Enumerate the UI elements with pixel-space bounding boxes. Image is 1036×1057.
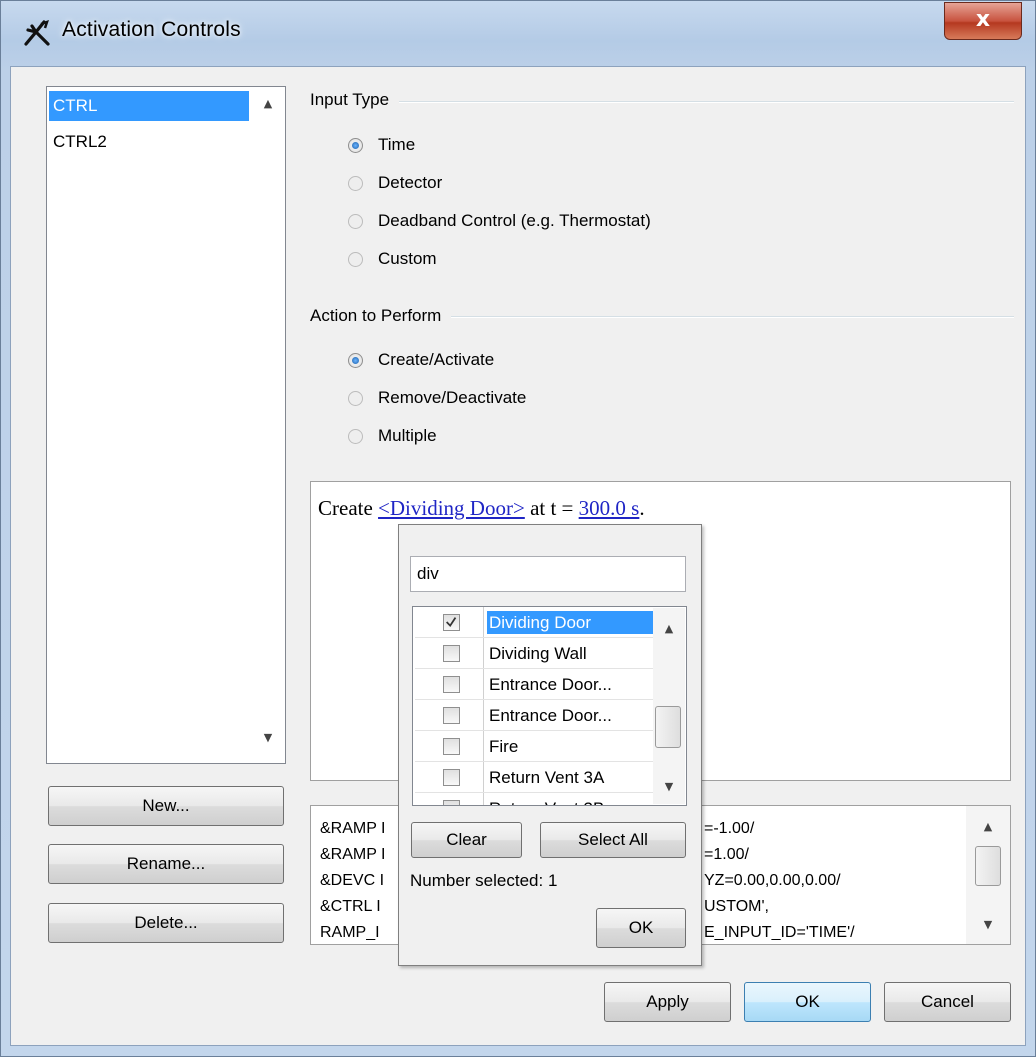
check-icon <box>446 617 457 627</box>
description-prefix: Create <box>318 496 379 520</box>
apply-button[interactable]: Apply <box>604 982 731 1022</box>
object-checklist[interactable]: Dividing Door Dividing Wall Entrance Doo… <box>412 606 687 806</box>
radio-time[interactable] <box>348 138 363 153</box>
column-divider <box>483 638 484 668</box>
radio-multiple-label[interactable]: Multiple <box>378 426 437 446</box>
column-divider <box>483 731 484 761</box>
radio-deadband-label[interactable]: Deadband Control (e.g. Thermostat) <box>378 211 651 231</box>
radio-detector[interactable] <box>348 176 363 191</box>
list-item-ctrl[interactable]: CTRL <box>49 91 249 121</box>
list-item[interactable]: Fire <box>415 731 653 762</box>
checkbox[interactable] <box>443 645 460 662</box>
radio-time-label[interactable]: Time <box>378 135 415 155</box>
filter-input[interactable]: div <box>410 556 686 592</box>
close-button[interactable]: x <box>944 2 1022 40</box>
checkbox[interactable] <box>443 738 460 755</box>
scroll-down-icon[interactable]: ▼ <box>251 731 285 744</box>
scroll-down-icon[interactable]: ▼ <box>966 918 1010 931</box>
item-label: Entrance Door... <box>489 706 612 725</box>
rename-button[interactable]: Rename... <box>48 844 284 884</box>
app-icon <box>24 20 50 46</box>
radio-remove-deactivate-label[interactable]: Remove/Deactivate <box>378 388 526 408</box>
radio-custom-label[interactable]: Custom <box>378 249 437 269</box>
fds-line-3-start: &DEVC I <box>320 872 385 889</box>
scroll-down-icon[interactable]: ▼ <box>653 780 685 793</box>
activation-description: Create <Dividing Door> at t = 300.0 s. <box>318 496 645 521</box>
item-label: Dividing Wall <box>489 644 587 663</box>
fds-line-4-start: &CTRL I <box>320 898 381 915</box>
input-type-heading: Input Type <box>310 90 400 110</box>
controls-list[interactable]: CTRL CTRL2 ▲ ▼ <box>46 86 286 764</box>
fds-line-2-start: &RAMP I <box>320 846 386 863</box>
checkbox[interactable] <box>443 676 460 693</box>
ok-button[interactable]: OK <box>744 982 871 1022</box>
checklist-scrollbar[interactable]: ▲ ▼ <box>653 608 685 804</box>
description-suffix: . <box>639 496 645 520</box>
window-title: Activation Controls <box>62 18 241 41</box>
action-heading: Action to Perform <box>310 306 452 326</box>
new-button[interactable]: New... <box>48 786 284 826</box>
checkbox-checked[interactable] <box>443 614 460 631</box>
scroll-up-icon[interactable]: ▲ <box>653 622 685 635</box>
list-item[interactable]: Entrance Door... <box>415 700 653 731</box>
cancel-button[interactable]: Cancel <box>884 982 1011 1022</box>
radio-custom[interactable] <box>348 252 363 267</box>
popup-ok-button[interactable]: OK <box>596 908 686 948</box>
item-label: Fire <box>489 737 519 756</box>
object-link[interactable]: <Dividing Door> <box>378 496 525 520</box>
column-divider <box>483 793 484 805</box>
checkbox[interactable] <box>443 769 460 786</box>
list-item[interactable]: Return Vent 3A <box>415 762 653 793</box>
radio-create-activate[interactable] <box>348 353 363 368</box>
selected-count: Number selected: 1 <box>410 871 558 890</box>
radio-remove-deactivate[interactable] <box>348 391 363 406</box>
item-label: Entrance Door... <box>489 675 612 694</box>
scroll-thumb[interactable] <box>975 846 1001 886</box>
fds-line-1-end: =-1.00/ <box>704 820 755 837</box>
list-item[interactable]: Dividing Wall <box>415 638 653 669</box>
close-icon: x <box>975 7 991 32</box>
column-divider <box>483 669 484 699</box>
select-all-button[interactable]: Select All <box>540 822 686 858</box>
radio-detector-label[interactable]: Detector <box>378 173 442 193</box>
radio-multiple[interactable] <box>348 429 363 444</box>
checkbox[interactable] <box>443 800 460 805</box>
list-item-ctrl2[interactable]: CTRL2 <box>49 127 249 157</box>
description-middle: at t = <box>524 496 579 520</box>
item-label: Return Vent 3A <box>489 768 605 787</box>
checkbox[interactable] <box>443 707 460 724</box>
scroll-up-icon[interactable]: ▲ <box>251 97 285 110</box>
column-divider <box>483 762 484 792</box>
column-divider <box>483 607 484 637</box>
clear-button[interactable]: Clear <box>411 822 522 858</box>
radio-deadband[interactable] <box>348 214 363 229</box>
fds-output-scrollbar[interactable]: ▲ ▼ <box>966 806 1010 944</box>
fds-line-5-end: E_INPUT_ID='TIME'/ <box>704 924 855 941</box>
fds-line-4-end: USTOM', <box>704 898 769 915</box>
list-item[interactable]: Entrance Door... <box>415 669 653 700</box>
column-divider <box>483 700 484 730</box>
radio-create-activate-label[interactable]: Create/Activate <box>378 350 494 370</box>
list-item[interactable]: Dividing Door <box>415 607 653 638</box>
fds-line-2-end: =1.00/ <box>704 846 749 863</box>
controls-list-scrollbar[interactable]: ▲ ▼ <box>251 87 285 763</box>
item-label: Return Vent 3B <box>487 797 653 805</box>
list-item[interactable]: Return Vent 3B <box>415 793 653 805</box>
scroll-thumb[interactable] <box>655 706 681 748</box>
delete-button[interactable]: Delete... <box>48 903 284 943</box>
fds-line-5-start: RAMP_I <box>320 924 380 941</box>
fds-line-1-start: &RAMP I <box>320 820 386 837</box>
scroll-up-icon[interactable]: ▲ <box>966 820 1010 833</box>
input-type-divider <box>310 101 1014 103</box>
time-link[interactable]: 300.0 s <box>579 496 640 520</box>
item-label: Dividing Door <box>487 611 653 634</box>
fds-line-3-end: YZ=0.00,0.00,0.00/ <box>704 872 841 889</box>
